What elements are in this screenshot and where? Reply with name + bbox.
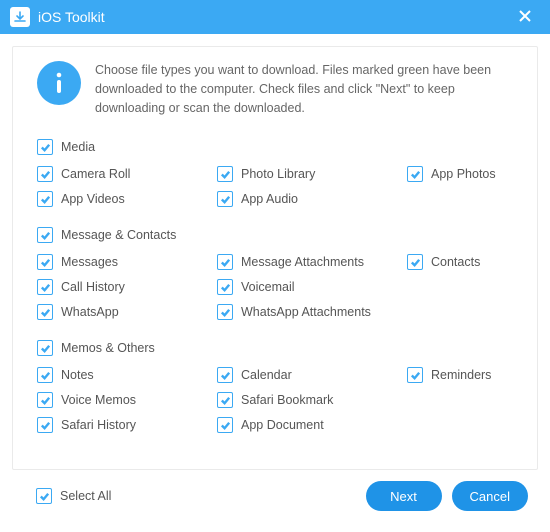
file-type-item[interactable]: Safari History xyxy=(37,413,217,437)
file-type-item[interactable]: Safari Bookmark xyxy=(217,388,407,412)
item-label: App Videos xyxy=(61,192,125,206)
item-checkbox[interactable] xyxy=(217,254,233,270)
app-title: iOS Toolkit xyxy=(38,9,510,25)
item-label: App Audio xyxy=(241,192,298,206)
file-type-item[interactable]: App Document xyxy=(217,413,407,437)
item-checkbox[interactable] xyxy=(217,417,233,433)
file-type-item[interactable]: Camera Roll xyxy=(37,162,217,186)
select-all-row[interactable]: Select All xyxy=(36,484,356,508)
item-label: Safari History xyxy=(61,418,136,432)
item-checkbox[interactable] xyxy=(407,254,423,270)
item-label: Message Attachments xyxy=(241,255,364,269)
close-button[interactable] xyxy=(510,10,540,25)
item-label: App Document xyxy=(241,418,324,432)
item-checkbox[interactable] xyxy=(37,191,53,207)
group: Message & Contacts Messages Message Attach… xyxy=(37,223,513,324)
group-header[interactable]: Message & Contacts xyxy=(37,223,513,247)
item-checkbox[interactable] xyxy=(37,166,53,182)
file-type-item[interactable]: Calendar xyxy=(217,363,407,387)
group-checkbox[interactable] xyxy=(37,227,53,243)
item-label: WhatsApp Attachments xyxy=(241,305,371,319)
file-type-item[interactable]: Messages xyxy=(37,250,217,274)
item-checkbox[interactable] xyxy=(407,367,423,383)
item-label: Camera Roll xyxy=(61,167,130,181)
file-type-item[interactable]: WhatsApp Attachments xyxy=(217,300,407,324)
file-type-item[interactable]: Message Attachments xyxy=(217,250,407,274)
item-checkbox[interactable] xyxy=(37,304,53,320)
item-label: Voicemail xyxy=(241,280,295,294)
item-label: Calendar xyxy=(241,368,292,382)
item-checkbox[interactable] xyxy=(217,304,233,320)
group: Memos & Others Notes Calendar Reminders Voic… xyxy=(37,336,513,437)
item-label: App Photos xyxy=(431,167,496,181)
titlebar: iOS Toolkit xyxy=(0,0,550,34)
file-type-item[interactable]: Contacts xyxy=(407,250,513,274)
item-label: Photo Library xyxy=(241,167,315,181)
group: Media Camera Roll Photo Library App Photos A… xyxy=(37,135,513,211)
item-checkbox[interactable] xyxy=(407,166,423,182)
file-type-item[interactable]: Reminders xyxy=(407,363,513,387)
item-label: Call History xyxy=(61,280,125,294)
group-header[interactable]: Media xyxy=(37,135,513,159)
next-button[interactable]: Next xyxy=(366,481,442,511)
item-label: Notes xyxy=(61,368,94,382)
info-icon xyxy=(37,61,81,105)
group-body: Notes Calendar Reminders Voice Memos Safari … xyxy=(37,362,513,437)
item-checkbox[interactable] xyxy=(37,417,53,433)
empty-cell xyxy=(407,388,513,412)
footer: Select All Next Cancel xyxy=(0,470,550,522)
item-checkbox[interactable] xyxy=(37,367,53,383)
info-row: Choose file types you want to download. … xyxy=(37,61,513,117)
item-checkbox[interactable] xyxy=(217,279,233,295)
group-checkbox[interactable] xyxy=(37,340,53,356)
group-body: Camera Roll Photo Library App Photos App Vi… xyxy=(37,161,513,211)
file-type-item[interactable]: App Photos xyxy=(407,162,513,186)
file-type-item[interactable]: App Audio xyxy=(217,187,407,211)
app-icon xyxy=(10,7,30,27)
item-label: Contacts xyxy=(431,255,480,269)
file-type-item[interactable]: Voice Memos xyxy=(37,388,217,412)
item-label: Reminders xyxy=(431,368,491,382)
main-panel: Choose file types you want to download. … xyxy=(12,46,538,470)
file-type-item[interactable]: WhatsApp xyxy=(37,300,217,324)
group-checkbox[interactable] xyxy=(37,139,53,155)
empty-cell xyxy=(407,275,513,299)
group-header[interactable]: Memos & Others xyxy=(37,336,513,360)
group-label: Message & Contacts xyxy=(61,228,176,242)
cancel-button[interactable]: Cancel xyxy=(452,481,528,511)
group-label: Media xyxy=(61,140,95,154)
item-checkbox[interactable] xyxy=(217,166,233,182)
item-checkbox[interactable] xyxy=(217,191,233,207)
item-checkbox[interactable] xyxy=(37,392,53,408)
file-type-item[interactable]: App Videos xyxy=(37,187,217,211)
group-label: Memos & Others xyxy=(61,341,155,355)
file-type-item[interactable]: Photo Library xyxy=(217,162,407,186)
select-all-label: Select All xyxy=(60,489,111,503)
item-checkbox[interactable] xyxy=(217,392,233,408)
file-type-item[interactable]: Call History xyxy=(37,275,217,299)
item-checkbox[interactable] xyxy=(37,254,53,270)
item-checkbox[interactable] xyxy=(217,367,233,383)
group-body: Messages Message Attachments Contacts Call … xyxy=(37,249,513,324)
info-text: Choose file types you want to download. … xyxy=(95,61,513,117)
item-label: Safari Bookmark xyxy=(241,393,333,407)
item-label: Voice Memos xyxy=(61,393,136,407)
select-all-checkbox[interactable] xyxy=(36,488,52,504)
file-type-item[interactable]: Notes xyxy=(37,363,217,387)
item-checkbox[interactable] xyxy=(37,279,53,295)
item-label: WhatsApp xyxy=(61,305,119,319)
groups-container: Media Camera Roll Photo Library App Photos A… xyxy=(37,135,513,437)
item-label: Messages xyxy=(61,255,118,269)
file-type-item[interactable]: Voicemail xyxy=(217,275,407,299)
